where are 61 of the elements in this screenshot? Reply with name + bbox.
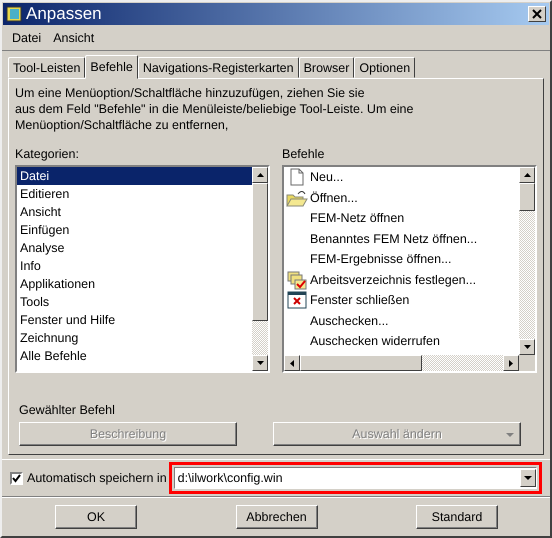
close-window-icon [287,291,307,310]
instruction-text: Menüoption/Schaltfläche zu entfernen, [15,117,230,133]
command-item[interactable]: Auschecken widerrufen [310,334,440,348]
category-item[interactable]: Einfügen [17,221,252,239]
tab[interactable]: Browser [298,57,354,78]
category-item[interactable]: Datei [17,167,252,185]
command-item[interactable]: Benanntes FEM Netz öffnen... [310,232,478,246]
close-button[interactable] [528,6,546,22]
category-item[interactable]: Analyse [17,239,252,257]
scroll-thumb[interactable] [519,183,535,212]
path-dropdown[interactable]: d:\ilwork\config.win [174,467,537,489]
command-item[interactable]: Öffnen... [310,190,358,205]
right-arrow-icon [509,360,513,366]
up-arrow-icon [524,173,530,177]
category-item[interactable]: Tools [17,293,252,311]
window-title: Anpassen [26,4,102,24]
commands-label: Befehle [282,147,326,161]
tab[interactable]: Befehle [85,55,138,79]
autosave-label: Automatisch speichern in [27,471,167,485]
instruction-text: aus dem Feld "Befehle" in die Menüleiste/beliebige Tool-Leiste. Um eine [15,101,414,117]
category-item[interactable]: Editieren [17,185,252,203]
vertical-scrollbar[interactable] [252,167,268,371]
tab[interactable]: Tool-Leisten [8,57,86,78]
category-item[interactable]: Fenster und Hilfe [17,311,252,329]
command-item[interactable]: Neu... [310,170,344,184]
window-icon [6,6,22,22]
category-item[interactable]: Info [17,257,252,275]
menu-item[interactable]: Datei [12,31,42,45]
horizontal-scrollbar[interactable] [284,355,535,371]
dialog-button[interactable]: Standard [416,505,498,529]
document-icon [290,168,304,186]
scroll-thumb[interactable] [252,183,268,321]
tab[interactable]: Optionen [354,57,416,78]
dropdown-arrow-icon [524,476,532,480]
up-arrow-icon [256,173,264,177]
command-item[interactable]: Auschecken... [310,314,389,328]
command-item[interactable]: FEM-Netz öffnen [310,211,404,226]
dialog-button[interactable]: OK [55,505,137,529]
open-folder-icon [286,188,308,207]
category-item[interactable]: Applikationen [17,275,252,293]
dialog-button[interactable]: Abbrechen [236,505,318,529]
down-arrow-icon [256,361,264,365]
vertical-scrollbar[interactable] [519,167,535,355]
left-arrow-icon [290,360,294,366]
selected-command-label: Gewählter Befehl [19,403,116,417]
command-item[interactable]: FEM-Ergebnisse öffnen... [310,252,452,266]
dropdown-arrow-icon [506,433,514,437]
command-item[interactable]: Arbeitsverzeichnis festlegen... [310,272,476,287]
menu-item[interactable]: Ansicht [53,31,94,45]
command-item[interactable]: Fenster schließen [310,293,410,308]
scrollbar-corner [519,355,535,371]
categories-label: Kategorien: [15,147,80,161]
category-item[interactable]: Alle Befehle [17,347,252,365]
tab[interactable]: Navigations-Registerkarten [138,57,299,78]
folder-check-icon [287,270,307,290]
checkbox[interactable] [10,472,23,484]
category-item[interactable]: Ansicht [17,203,252,221]
down-arrow-icon [524,345,530,349]
instruction-text: Um eine Menüoption/Schaltfläche hinzuzufügen, ziehen Sie sie [15,85,366,101]
category-item[interactable]: Zeichnung [17,329,252,347]
scroll-thumb[interactable] [300,355,422,371]
